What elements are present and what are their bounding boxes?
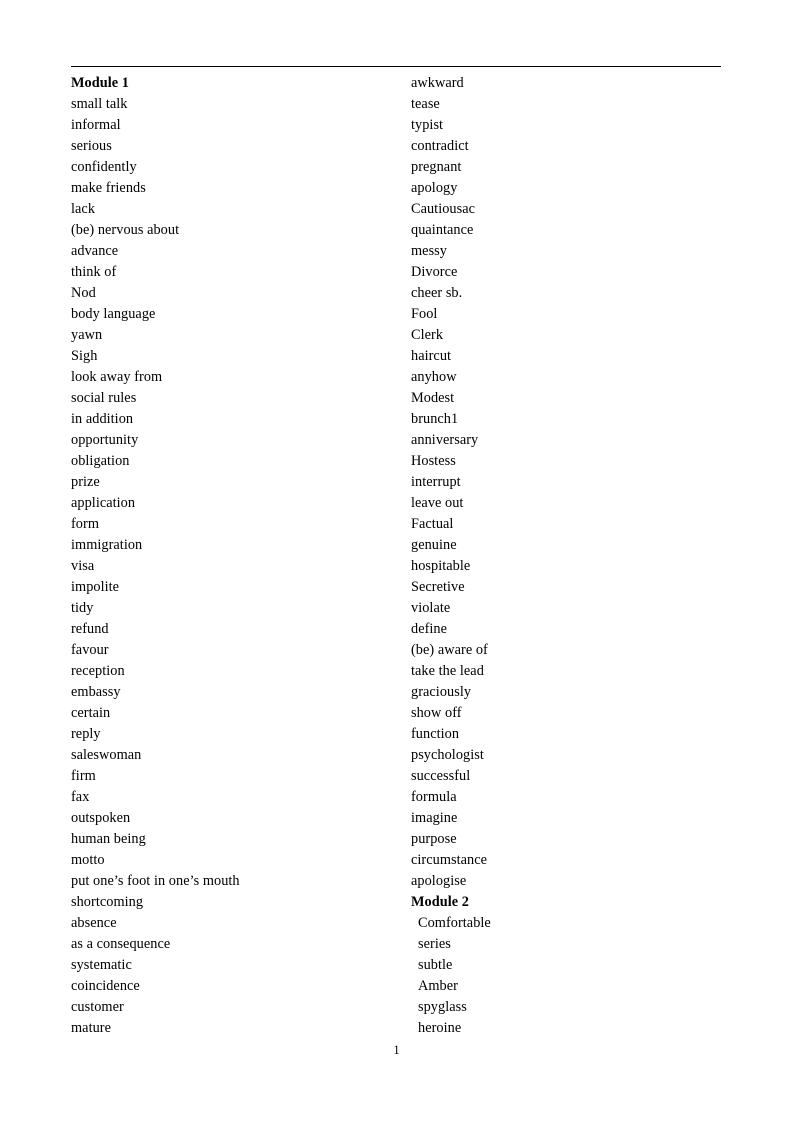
vocabulary-entry: Cautiousac — [411, 201, 476, 217]
vocabulary-entry: embassy — [71, 684, 121, 700]
vocabulary-entry: circumstance — [411, 852, 488, 868]
vocabulary-entry: spyglass — [418, 999, 467, 1015]
header-horizontal-rule — [71, 66, 721, 67]
vocabulary-entry: successful — [411, 768, 471, 784]
vocabulary-entry: Divorce — [411, 264, 458, 280]
vocabulary-entry: impolite — [71, 579, 120, 595]
vocabulary-entry: anniversary — [411, 432, 479, 448]
vocabulary-entry: yawn — [71, 327, 103, 343]
vocabulary-entry: opportunity — [71, 432, 139, 448]
vocabulary-entry: formula — [411, 789, 457, 805]
vocabulary-entry: Comfortable — [418, 915, 491, 931]
vocabulary-entry: outspoken — [71, 810, 131, 826]
vocabulary-entry: awkward — [411, 75, 464, 91]
vocabulary-entry: fax — [71, 789, 90, 805]
vocabulary-entry: mature — [71, 1020, 111, 1036]
vocabulary-entry: Nod — [71, 285, 96, 301]
vocabulary-entry: obligation — [71, 453, 130, 469]
vocabulary-entry: Factual — [411, 516, 454, 532]
vocabulary-entry: series — [418, 936, 451, 952]
vocabulary-entry: show off — [411, 705, 462, 721]
vocabulary-entry: imagine — [411, 810, 458, 826]
vocabulary-entry: think of — [71, 264, 117, 280]
vocabulary-entry: contradict — [411, 138, 469, 154]
two-column-layout: Module 1 small talk informal serious confide… — [71, 73, 721, 1039]
vocabulary-entry: social rules — [71, 390, 137, 406]
page-content: Module 1 small talk informal serious confide… — [71, 66, 721, 1039]
vocabulary-entry: serious — [71, 138, 112, 154]
vocabulary-entry: refund — [71, 621, 109, 637]
vocabulary-entry: advance — [71, 243, 119, 259]
vocabulary-entry: Secretive — [411, 579, 465, 595]
vocabulary-entry: brunch1 — [411, 411, 459, 427]
vocabulary-entry: (be) aware of — [411, 642, 488, 658]
vocabulary-entry: lack — [71, 201, 96, 217]
vocabulary-entry: informal — [71, 117, 121, 133]
vocabulary-entry: apologise — [411, 873, 467, 889]
vocabulary-entry: reply — [71, 726, 101, 742]
vocabulary-entry: hospitable — [411, 558, 471, 574]
vocabulary-entry: Amber — [418, 978, 458, 994]
vocabulary-entry: Fool — [411, 306, 438, 322]
vocabulary-entry: interrupt — [411, 474, 461, 490]
page-number: 1 — [393, 1043, 400, 1057]
vocabulary-entry: body language — [71, 306, 156, 322]
module-heading: Module 1 — [71, 75, 129, 91]
vocabulary-column-right: awkward tease typist contradict pregnant apol… — [411, 73, 721, 1039]
vocabulary-entry: take the lead — [411, 663, 484, 679]
vocabulary-entry: heroine — [418, 1020, 462, 1036]
vocabulary-entry: typist — [411, 117, 444, 133]
vocabulary-entry: quaintance — [411, 222, 474, 238]
vocabulary-entry: certain — [71, 705, 111, 721]
vocabulary-entry: Clerk — [411, 327, 444, 343]
vocabulary-entry: function — [411, 726, 460, 742]
vocabulary-entry: make friends — [71, 180, 146, 196]
vocabulary-entry: small talk — [71, 96, 128, 112]
vocabulary-entry: firm — [71, 768, 96, 784]
vocabulary-entry: favour — [71, 642, 109, 658]
vocabulary-entry: confidently — [71, 159, 137, 175]
vocabulary-entry: application — [71, 495, 136, 511]
vocabulary-entry: subtle — [418, 957, 453, 973]
vocabulary-entry: Modest — [411, 390, 455, 406]
vocabulary-entry: systematic — [71, 957, 132, 973]
vocabulary-entry: look away from — [71, 369, 163, 385]
vocabulary-entry: saleswoman — [71, 747, 142, 763]
document-page: Module 1 small talk informal serious confide… — [0, 0, 793, 1122]
vocabulary-entry: immigration — [71, 537, 143, 553]
vocabulary-entry: Sigh — [71, 348, 98, 364]
vocabulary-entry: reception — [71, 663, 125, 679]
vocabulary-entry: tease — [411, 96, 440, 112]
vocabulary-entry: tidy — [71, 600, 94, 616]
vocabulary-entry: customer — [71, 999, 124, 1015]
vocabulary-entry: in addition — [71, 411, 134, 427]
vocabulary-entry: messy — [411, 243, 447, 259]
vocabulary-entry: put one’s foot in one’s mouth — [71, 873, 240, 889]
vocabulary-entry: prize — [71, 474, 100, 490]
vocabulary-entry: absence — [71, 915, 117, 931]
vocabulary-entry: motto — [71, 852, 105, 868]
vocabulary-entry: pregnant — [411, 159, 462, 175]
vocabulary-entry: cheer sb. — [411, 285, 463, 301]
vocabulary-entry: form — [71, 516, 99, 532]
vocabulary-entry: graciously — [411, 684, 472, 700]
vocabulary-entry: as a consequence — [71, 936, 171, 952]
vocabulary-entry: define — [411, 621, 448, 637]
module-heading: Module 2 — [411, 894, 469, 910]
vocabulary-entry: shortcoming — [71, 894, 144, 910]
vocabulary-entry: human being — [71, 831, 146, 847]
vocabulary-entry: coincidence — [71, 978, 140, 994]
vocabulary-entry: purpose — [411, 831, 457, 847]
vocabulary-entry: genuine — [411, 537, 457, 553]
vocabulary-entry: (be) nervous about — [71, 222, 180, 238]
vocabulary-entry: Hostess — [411, 453, 456, 469]
vocabulary-entry: leave out — [411, 495, 464, 511]
vocabulary-column-left: Module 1 small talk informal serious confide… — [71, 73, 411, 1039]
vocabulary-entry: haircut — [411, 348, 452, 364]
vocabulary-entry: visa — [71, 558, 95, 574]
vocabulary-entry: anyhow — [411, 369, 457, 385]
vocabulary-entry: apology — [411, 180, 458, 196]
vocabulary-entry: violate — [411, 600, 451, 616]
vocabulary-entry: psychologist — [411, 747, 484, 763]
